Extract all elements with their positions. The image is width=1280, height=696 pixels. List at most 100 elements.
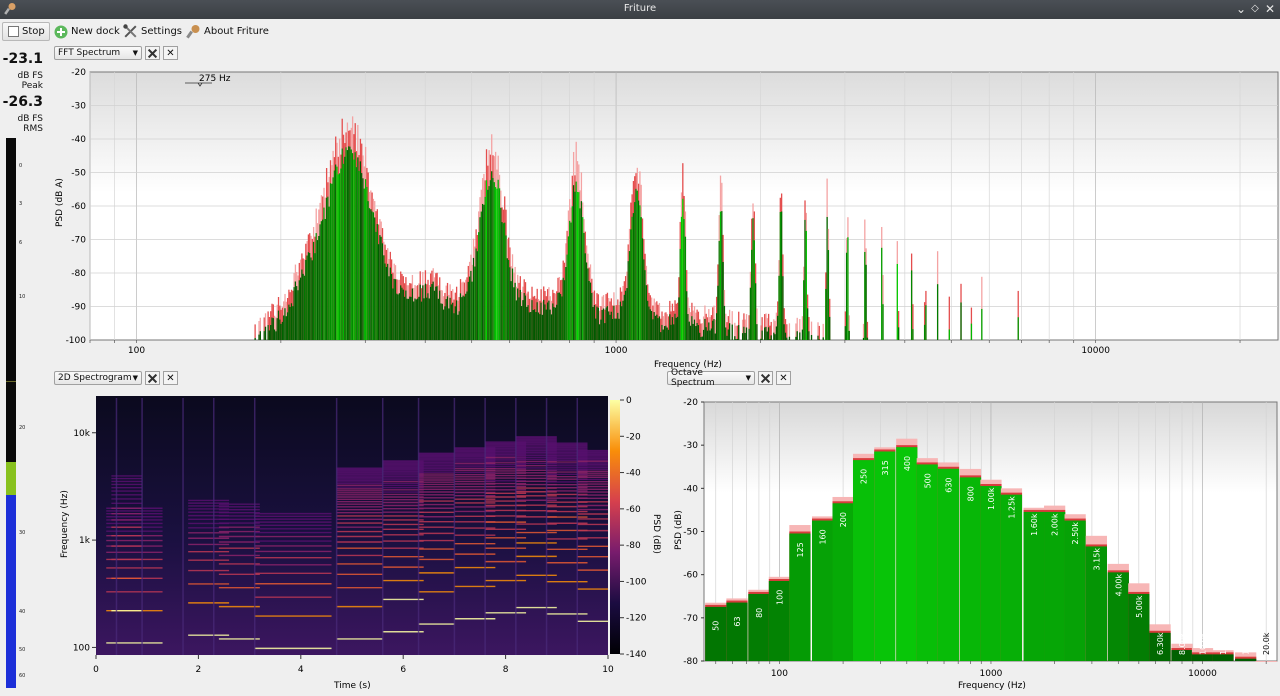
fft-bar: [862, 337, 865, 340]
fft-bar: [744, 332, 746, 340]
fft-bar: [654, 315, 657, 340]
fft-bar: [273, 329, 276, 340]
spectrogram-widget-select[interactable]: 2D Spectrogram ▼: [54, 371, 142, 385]
fft-bar: [713, 319, 715, 340]
fft-bar: [571, 206, 573, 340]
fft-bar: [609, 314, 611, 340]
fft-bar: [623, 294, 625, 340]
octave-bar: [1235, 658, 1257, 661]
fft-bar: [357, 157, 359, 340]
fft-bar: [289, 306, 291, 340]
fft-bar: [645, 285, 648, 340]
fft-bar: [610, 311, 612, 340]
fft-bar: [673, 324, 675, 340]
colorbar-label: PSD (dB): [651, 514, 661, 554]
fft-bar: [960, 302, 962, 340]
fft-bar: [572, 185, 575, 340]
octave-band-label: 2.50k: [1071, 522, 1080, 545]
fft-bar: [515, 300, 518, 340]
fft-bar: [656, 314, 658, 340]
fft-bar: [695, 326, 697, 340]
fft-bar: [710, 328, 713, 340]
fft-bar: [543, 299, 545, 340]
fft-bar: [427, 293, 429, 340]
fft-peak-bar: [735, 325, 737, 340]
fft-bar: [679, 248, 681, 340]
stop-button[interactable]: Stop: [2, 22, 50, 41]
fft-bar: [669, 314, 671, 340]
fft-bar: [459, 293, 462, 340]
fft-bar: [558, 292, 560, 340]
fft-bar: [444, 306, 446, 340]
fft-bar: [810, 335, 813, 340]
fft-bar: [323, 207, 325, 340]
fft-bar: [349, 146, 351, 340]
fft-bar: [657, 318, 659, 340]
fft-bar: [637, 200, 640, 340]
octave-widget-select[interactable]: Octave Spectrum ▼: [667, 368, 755, 388]
octave-bar: [916, 464, 938, 661]
fft-bar: [632, 213, 635, 340]
fft-bar: [660, 332, 662, 340]
fft-peak-bar: [760, 325, 762, 340]
fft-bar: [319, 224, 321, 340]
colorbar-tick-label: -60: [626, 505, 641, 515]
fft-bar: [351, 153, 354, 340]
fft-bar: [492, 177, 494, 340]
fft-bar: [322, 219, 324, 340]
spectrogram-xtick-label: 10: [602, 665, 614, 675]
fft-ytick-label: -70: [71, 236, 86, 246]
octave-close-icon[interactable]: ✕: [776, 371, 791, 385]
maximize-icon[interactable]: ◇: [1247, 1, 1263, 17]
spectrogram-xtick-label: 6: [400, 665, 406, 675]
fft-bar: [665, 325, 667, 340]
fft-bar: [589, 282, 592, 340]
fft-bar: [753, 240, 755, 340]
settings-button[interactable]: Settings: [123, 22, 182, 41]
fft-bar: [505, 235, 507, 340]
octave-settings-icon[interactable]: [758, 371, 773, 385]
fft-bar: [483, 204, 485, 340]
spectrogram-settings-icon[interactable]: [145, 371, 160, 385]
title-bar: Friture ⌄ ◇ ✕: [0, 0, 1280, 19]
fft-close-icon[interactable]: ✕: [163, 46, 178, 60]
fft-bar: [405, 290, 407, 340]
fft-bar: [779, 212, 781, 340]
close-window-icon[interactable]: ✕: [1262, 1, 1278, 17]
fft-bar: [595, 318, 597, 340]
fft-bar: [303, 275, 306, 340]
fft-bar: [726, 335, 728, 340]
fft-bar: [881, 247, 883, 340]
fft-bar: [344, 156, 346, 340]
fft-bar: [621, 306, 623, 340]
fft-bar: [697, 325, 700, 340]
fft-bar: [602, 308, 605, 340]
fft-bar: [653, 312, 655, 340]
fft-widget-select[interactable]: FFT Spectrum ▼: [54, 46, 142, 60]
fft-bar: [258, 334, 260, 340]
fft-bar: [307, 252, 310, 340]
fft-bar: [674, 313, 676, 340]
fft-bar: [388, 276, 390, 340]
fft-bar: [574, 191, 576, 340]
about-button[interactable]: About Friture: [186, 22, 269, 41]
fft-bar: [471, 281, 473, 340]
fft-bar: [379, 235, 381, 340]
new-dock-button[interactable]: New dock: [54, 22, 120, 41]
fft-bar: [773, 332, 775, 340]
spectrogram-close-icon[interactable]: ✕: [163, 371, 178, 385]
fft-bar: [627, 261, 629, 340]
fft-bar: [372, 212, 375, 340]
octave-peak-bar: [1107, 563, 1129, 572]
fft-bar: [667, 329, 670, 340]
fft-settings-icon[interactable]: [145, 46, 160, 60]
fft-bar: [271, 317, 273, 340]
fft-bar: [514, 282, 516, 340]
fft-bar: [504, 222, 506, 340]
fft-bar: [324, 218, 326, 340]
fft-bar: [366, 186, 368, 340]
fft-bar: [441, 303, 443, 340]
fft-bar: [381, 243, 384, 340]
spectrogram-plot: 10k1k1000 2 4 6 8 100-20-40-60-80-100-120-140…: [60, 396, 661, 691]
octave-peak-bar: [896, 438, 918, 447]
